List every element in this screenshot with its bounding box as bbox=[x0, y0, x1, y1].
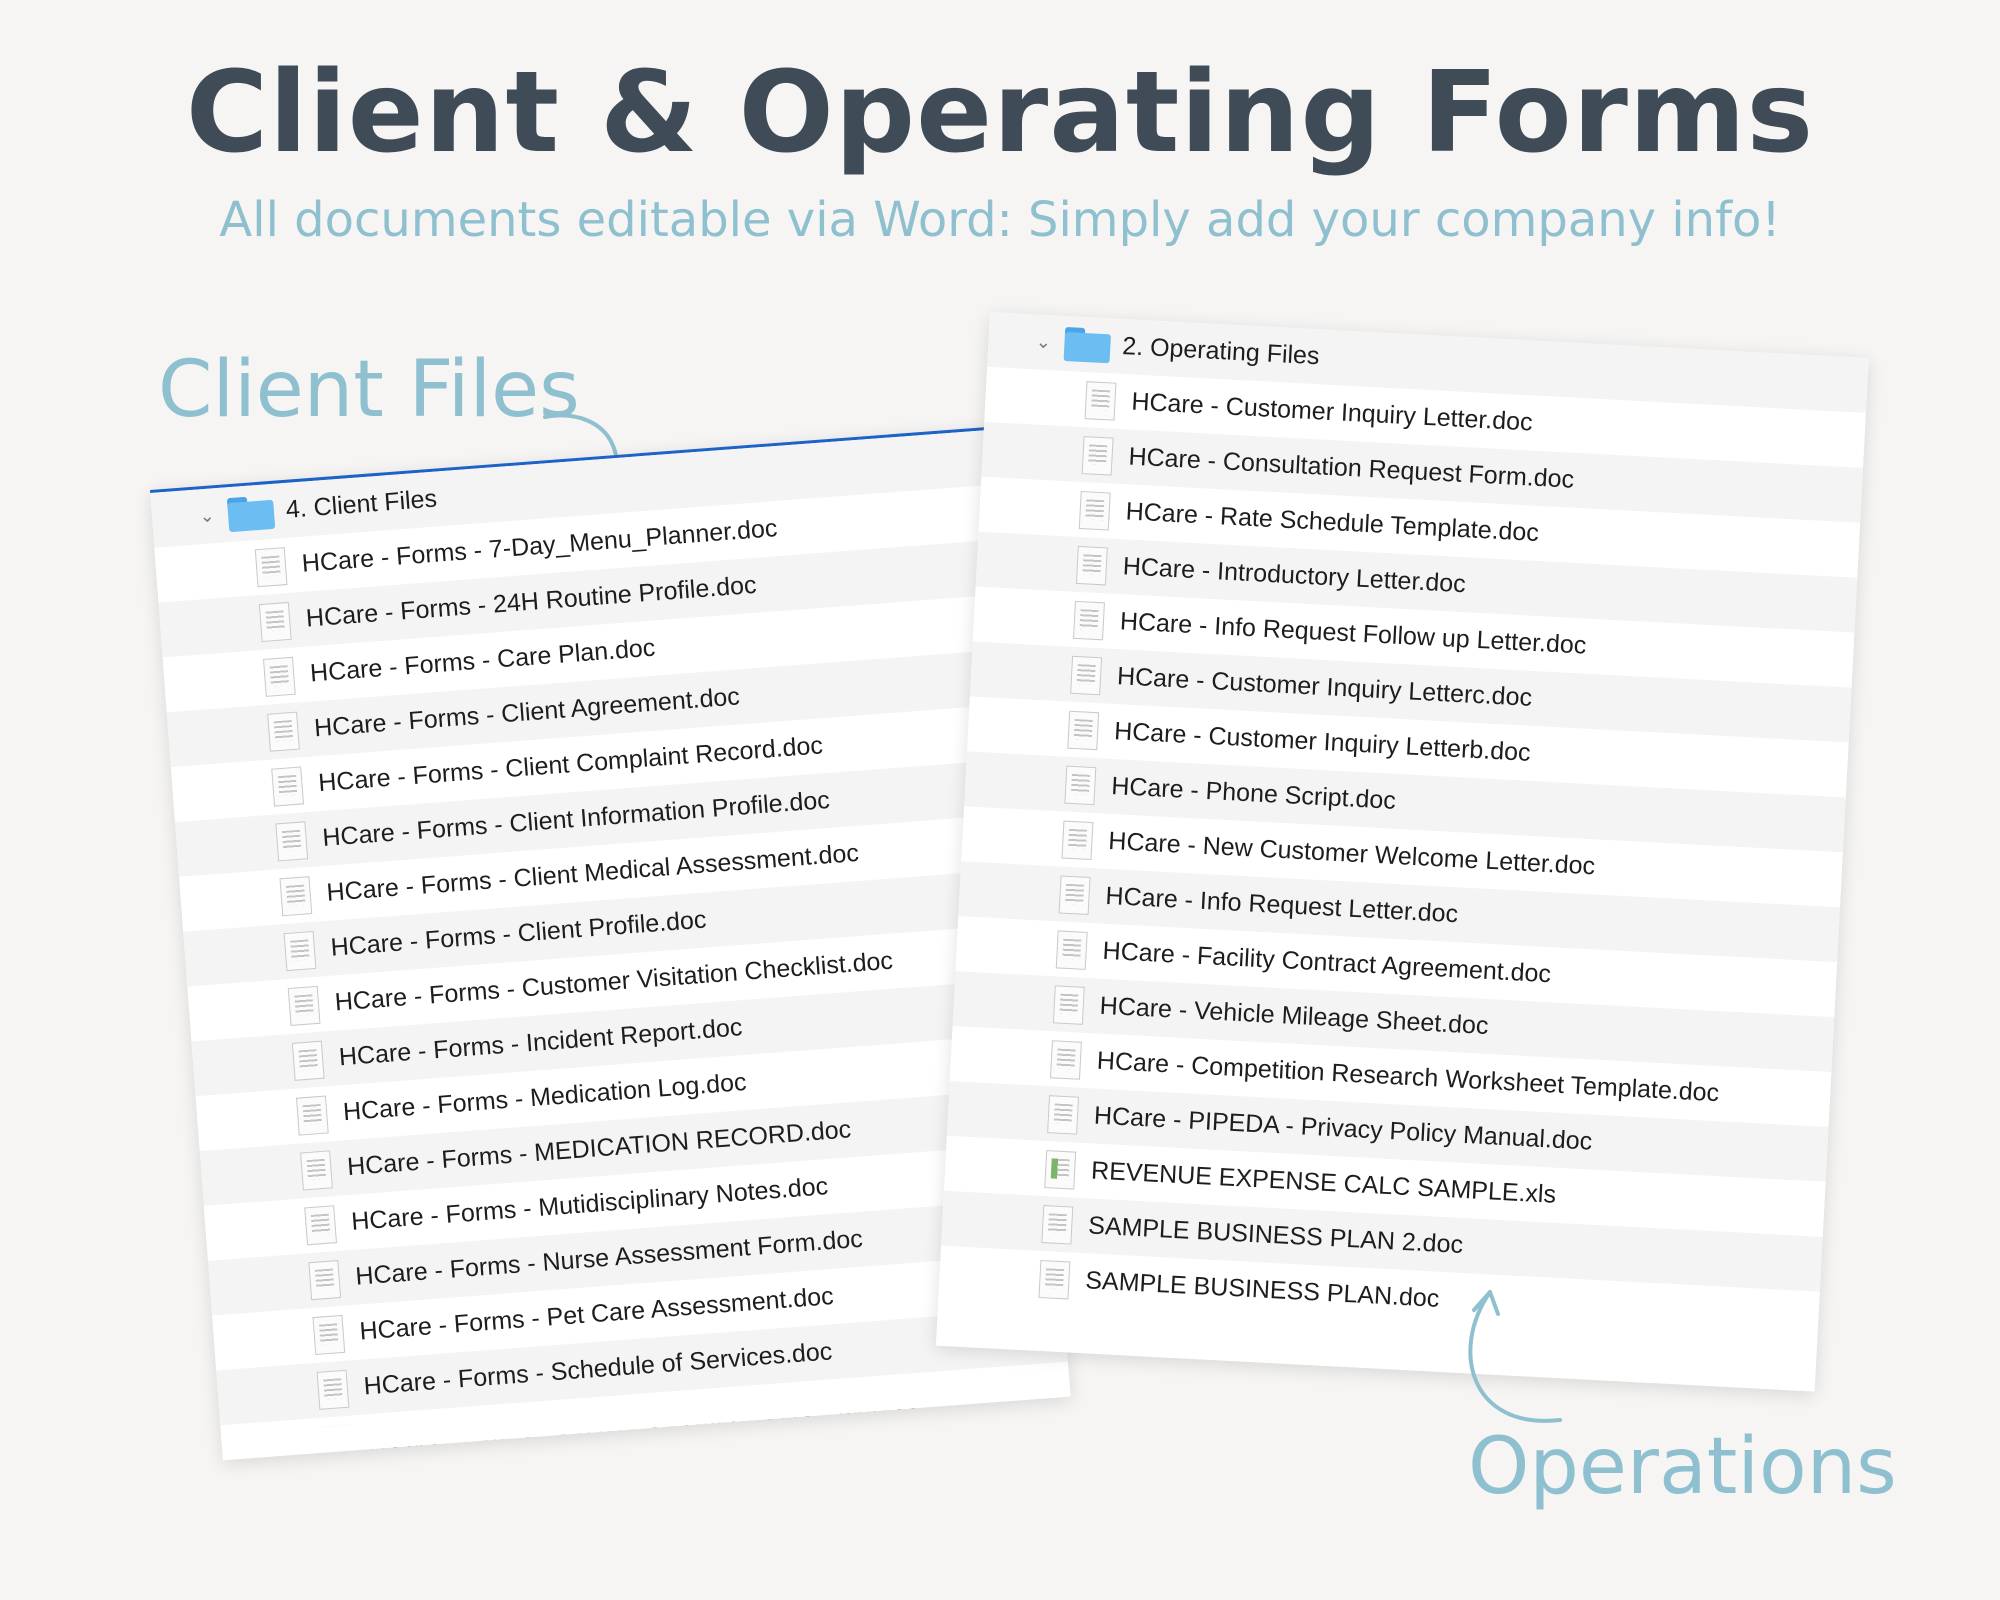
document-icon bbox=[1081, 435, 1114, 476]
operating-file-list: ⌄ 2. Operating Files HCare - Customer In… bbox=[938, 312, 1869, 1347]
document-icon bbox=[283, 930, 317, 971]
document-icon bbox=[1061, 820, 1094, 860]
chevron-down-icon[interactable]: ⌄ bbox=[191, 505, 222, 528]
document-icon bbox=[1052, 984, 1085, 1025]
file-name: HCare - Customer Inquiry Letterb.doc bbox=[1113, 717, 1532, 767]
curved-arrow-icon bbox=[1468, 1290, 1562, 1423]
document-icon bbox=[312, 1314, 346, 1355]
page-subtitle: All documents editable via Word: Simply … bbox=[219, 192, 1781, 248]
document-icon bbox=[271, 765, 304, 807]
file-name: HCare - Consultation Request Form.doc bbox=[1127, 442, 1575, 494]
file-name: HCare - Rate Schedule Template.doc bbox=[1125, 497, 1540, 548]
folder-icon bbox=[1063, 326, 1112, 363]
page-title: Client & Operating Forms bbox=[185, 48, 1815, 178]
document-icon bbox=[1058, 874, 1091, 915]
file-name: HCare - Vehicle Mileage Sheet.doc bbox=[1099, 991, 1490, 1041]
file-name: HCare - Introductory Letter.doc bbox=[1122, 552, 1467, 599]
client-files-caption: Client Files bbox=[158, 345, 580, 435]
file-name: SAMPLE BUSINESS PLAN 2.doc bbox=[1087, 1211, 1464, 1260]
document-icon bbox=[1067, 710, 1100, 750]
file-name: SAMPLE BUSINESS PLAN.doc bbox=[1084, 1266, 1441, 1313]
spreadsheet-icon bbox=[1044, 1149, 1077, 1190]
chevron-down-icon[interactable]: ⌄ bbox=[1028, 331, 1059, 354]
operating-files-window: ⌄ 2. Operating Files HCare - Customer In… bbox=[935, 312, 1869, 1392]
document-icon bbox=[304, 1204, 337, 1245]
document-icon bbox=[1073, 600, 1105, 640]
file-name: HCare - Info Request Letter.doc bbox=[1104, 881, 1459, 929]
document-icon bbox=[1064, 765, 1097, 805]
document-icon bbox=[1047, 1094, 1080, 1135]
document-icon bbox=[300, 1149, 333, 1191]
document-icon bbox=[275, 820, 309, 861]
document-icon bbox=[1084, 380, 1117, 421]
document-icon bbox=[258, 601, 292, 642]
document-icon bbox=[1041, 1204, 1074, 1245]
document-icon bbox=[316, 1369, 350, 1410]
document-icon bbox=[1038, 1259, 1071, 1299]
document-icon bbox=[267, 711, 300, 752]
file-name: HCare - Customer Inquiry Letterc.doc bbox=[1116, 662, 1533, 712]
folder-name: 4. Client Files bbox=[284, 484, 438, 524]
document-icon bbox=[1055, 929, 1088, 970]
document-icon bbox=[254, 546, 288, 587]
document-icon bbox=[287, 985, 321, 1026]
document-icon bbox=[308, 1259, 342, 1300]
folder-icon bbox=[226, 494, 276, 532]
file-name: HCare - Customer Inquiry Letter.doc bbox=[1130, 387, 1534, 437]
client-file-list: ⌄ 4. Client Files HCare - Forms - 7-Day_… bbox=[150, 429, 1071, 1461]
document-icon bbox=[1078, 490, 1111, 531]
document-icon bbox=[1070, 655, 1103, 695]
document-icon bbox=[291, 1040, 325, 1081]
client-files-window: ⌄ 4. Client Files HCare - Forms - 7-Day_… bbox=[150, 426, 1071, 1461]
document-icon bbox=[295, 1095, 329, 1136]
document-icon bbox=[1050, 1039, 1082, 1080]
folder-name: 2. Operating Files bbox=[1121, 331, 1321, 371]
file-name: HCare - Phone Script.doc bbox=[1110, 772, 1397, 815]
operations-caption: Operations bbox=[1468, 1422, 1897, 1512]
document-icon bbox=[279, 875, 313, 916]
document-icon bbox=[262, 656, 296, 697]
document-icon bbox=[1075, 545, 1108, 585]
